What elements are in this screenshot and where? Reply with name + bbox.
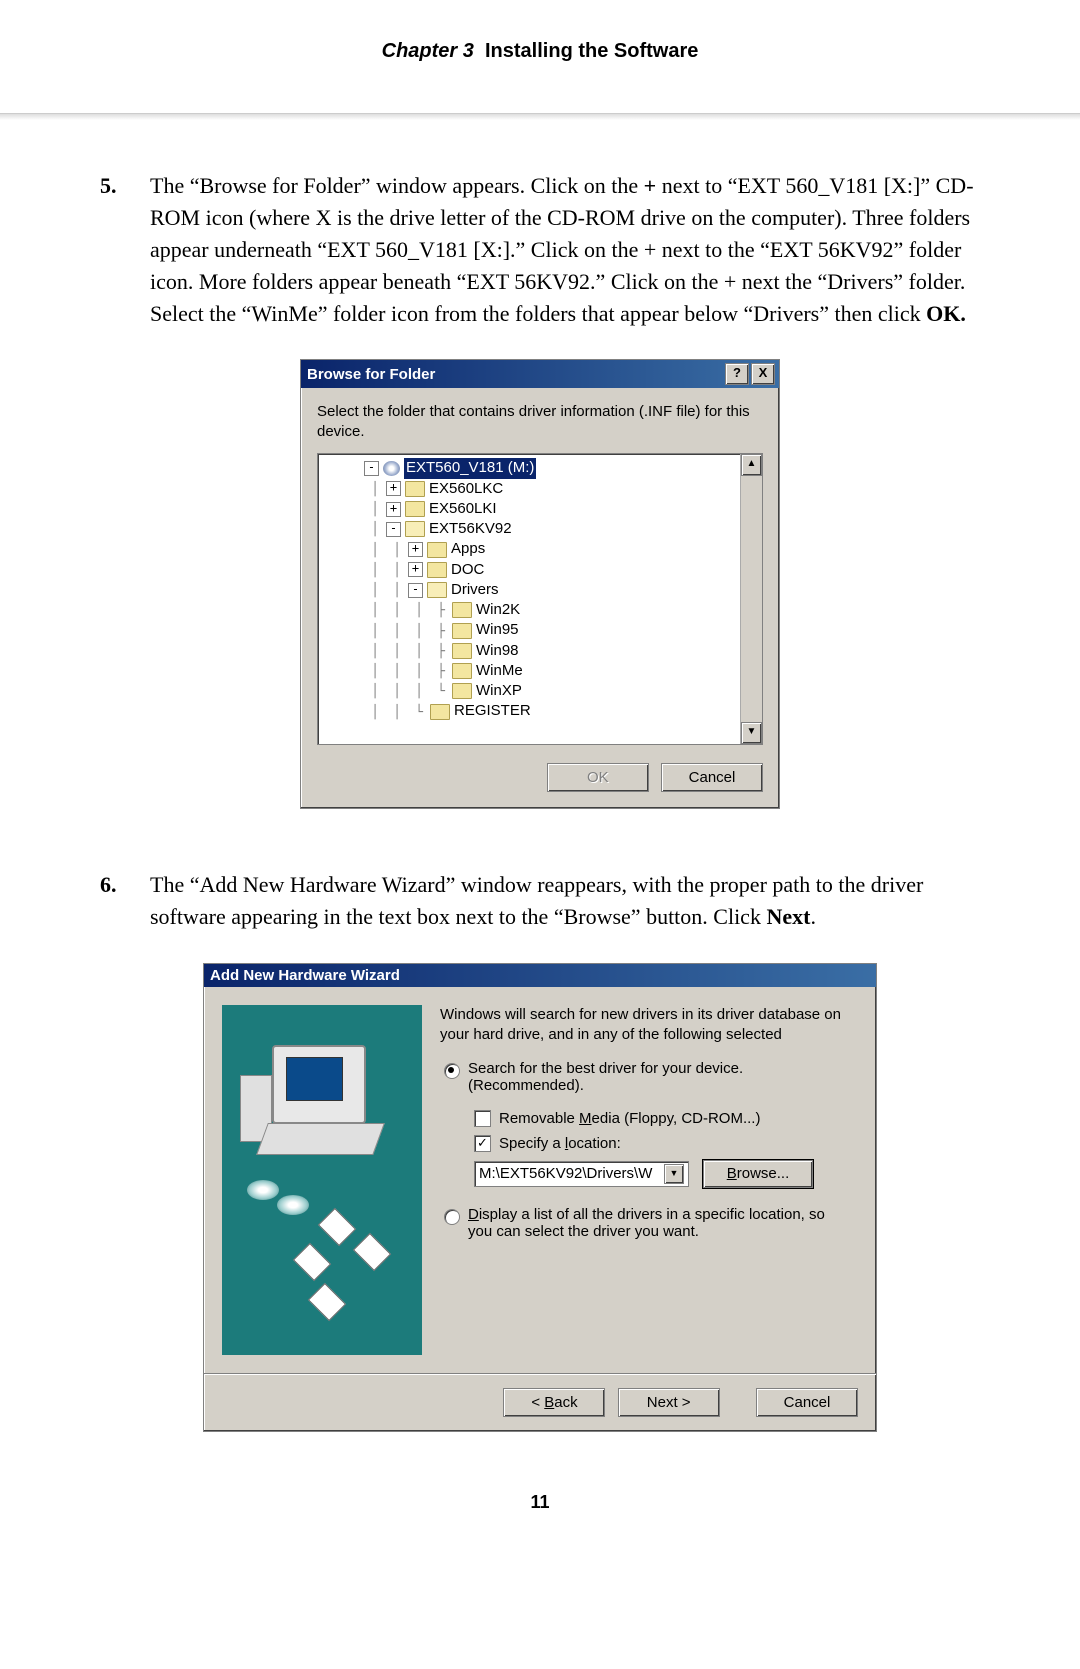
tree-node-apps[interactable]: ││+Apps: [320, 539, 738, 559]
step-6-number: 6.: [100, 869, 130, 933]
chapter-header: Chapter 3 Installing the Software: [100, 40, 980, 73]
cancel-button[interactable]: Cancel: [756, 1388, 858, 1417]
chevron-down-icon[interactable]: ▼: [664, 1164, 684, 1184]
back-button[interactable]: < Back: [503, 1388, 605, 1417]
folder-icon: [452, 602, 472, 618]
folder-icon: [427, 542, 447, 558]
plus-icon[interactable]: +: [386, 502, 401, 517]
close-button[interactable]: X: [751, 363, 775, 385]
tree-node-win98[interactable]: │││├Win98: [320, 641, 738, 661]
folder-icon: [452, 623, 472, 639]
step-5-number: 5.: [100, 170, 130, 329]
tree-node-win2k[interactable]: │││├Win2K: [320, 600, 738, 620]
minus-icon[interactable]: -: [386, 522, 401, 537]
tree-node-winxp[interactable]: │││└WinXP: [320, 681, 738, 701]
tree-node-register[interactable]: ││└REGISTER: [320, 701, 738, 721]
step-5: 5. The “Browse for Folder” window appear…: [100, 170, 980, 329]
browse-button[interactable]: Browse...: [703, 1160, 813, 1188]
wizard-intro-text: Windows will search for new drivers in i…: [440, 1005, 858, 1046]
folder-tree[interactable]: -EXT560_V181 (M:) │+EX560LKC │+EX560LKI …: [317, 453, 763, 745]
dialog2-titlebar[interactable]: Add New Hardware Wizard: [204, 964, 876, 987]
add-new-hardware-wizard-dialog: Add New Hardware Wizard Windows will sea…: [203, 963, 877, 1432]
tree-node-ext56kv92[interactable]: │-EXT56KV92: [320, 519, 738, 539]
tree-node-doc[interactable]: ││+DOC: [320, 560, 738, 580]
scroll-down-button[interactable]: ▼: [741, 722, 762, 744]
radio-icon[interactable]: [444, 1063, 460, 1079]
radio-display-list[interactable]: Display a list of all the drivers in a s…: [444, 1206, 858, 1240]
checkbox-icon-checked[interactable]: ✓: [474, 1135, 491, 1152]
dialog2-title: Add New Hardware Wizard: [210, 967, 400, 984]
plus-icon[interactable]: +: [386, 481, 401, 496]
cd-icon: [383, 461, 400, 476]
location-combo[interactable]: M:\EXT56KV92\Drivers\W ▼: [474, 1161, 689, 1187]
browse-for-folder-dialog: Browse for Folder ? X Select the folder …: [300, 359, 780, 809]
tree-root[interactable]: -EXT560_V181 (M:): [320, 458, 738, 478]
folder-icon: [452, 683, 472, 699]
folder-icon: [452, 643, 472, 659]
plus-icon[interactable]: +: [408, 542, 423, 557]
step-5-body: The “Browse for Folder” window appears. …: [150, 170, 980, 329]
dialog1-title: Browse for Folder: [307, 366, 435, 383]
folder-icon: [430, 704, 450, 720]
folder-icon: [427, 582, 447, 598]
scroll-up-button[interactable]: ▲: [741, 454, 762, 476]
header-divider: [0, 113, 1080, 120]
dialog1-instruction: Select the folder that contains driver i…: [317, 402, 763, 441]
wizard-illustration: [222, 1005, 422, 1355]
next-button[interactable]: Next >: [618, 1388, 720, 1417]
vertical-scrollbar[interactable]: ▲ ▼: [740, 454, 762, 744]
checkbox-specify-location[interactable]: ✓ Specify a location:: [474, 1135, 858, 1152]
tree-node-ex560lki[interactable]: │+EX560LKI: [320, 499, 738, 519]
plus-icon[interactable]: +: [408, 562, 423, 577]
checkbox-removable-media[interactable]: Removable Media (Floppy, CD-ROM...): [474, 1110, 858, 1127]
radio-icon[interactable]: [444, 1209, 460, 1225]
folder-icon: [427, 562, 447, 578]
radio-search-best-driver[interactable]: Search for the best driver for your devi…: [444, 1060, 858, 1094]
folder-icon: [405, 481, 425, 497]
ok-button[interactable]: OK: [547, 763, 649, 792]
step-6-body: The “Add New Hardware Wizard” window rea…: [150, 869, 980, 933]
step-6: 6. The “Add New Hardware Wizard” window …: [100, 869, 980, 933]
checkbox-icon[interactable]: [474, 1110, 491, 1127]
page-number: 11: [100, 1492, 980, 1513]
minus-icon[interactable]: -: [364, 461, 379, 476]
tree-node-drivers[interactable]: ││-Drivers: [320, 580, 738, 600]
tree-node-winme[interactable]: │││├WinMe: [320, 661, 738, 681]
tree-node-win95[interactable]: │││├Win95: [320, 620, 738, 640]
folder-icon: [405, 501, 425, 517]
tree-node-ex560lkc[interactable]: │+EX560LKC: [320, 479, 738, 499]
folder-icon: [452, 663, 472, 679]
help-button[interactable]: ?: [725, 363, 749, 385]
cancel-button[interactable]: Cancel: [661, 763, 763, 792]
folder-icon: [405, 521, 425, 537]
dialog1-titlebar[interactable]: Browse for Folder ? X: [301, 360, 779, 388]
chapter-title: Installing the Software: [485, 40, 698, 62]
minus-icon[interactable]: -: [408, 583, 423, 598]
chapter-number: Chapter 3: [382, 40, 474, 62]
location-path: M:\EXT56KV92\Drivers\W: [479, 1165, 652, 1182]
